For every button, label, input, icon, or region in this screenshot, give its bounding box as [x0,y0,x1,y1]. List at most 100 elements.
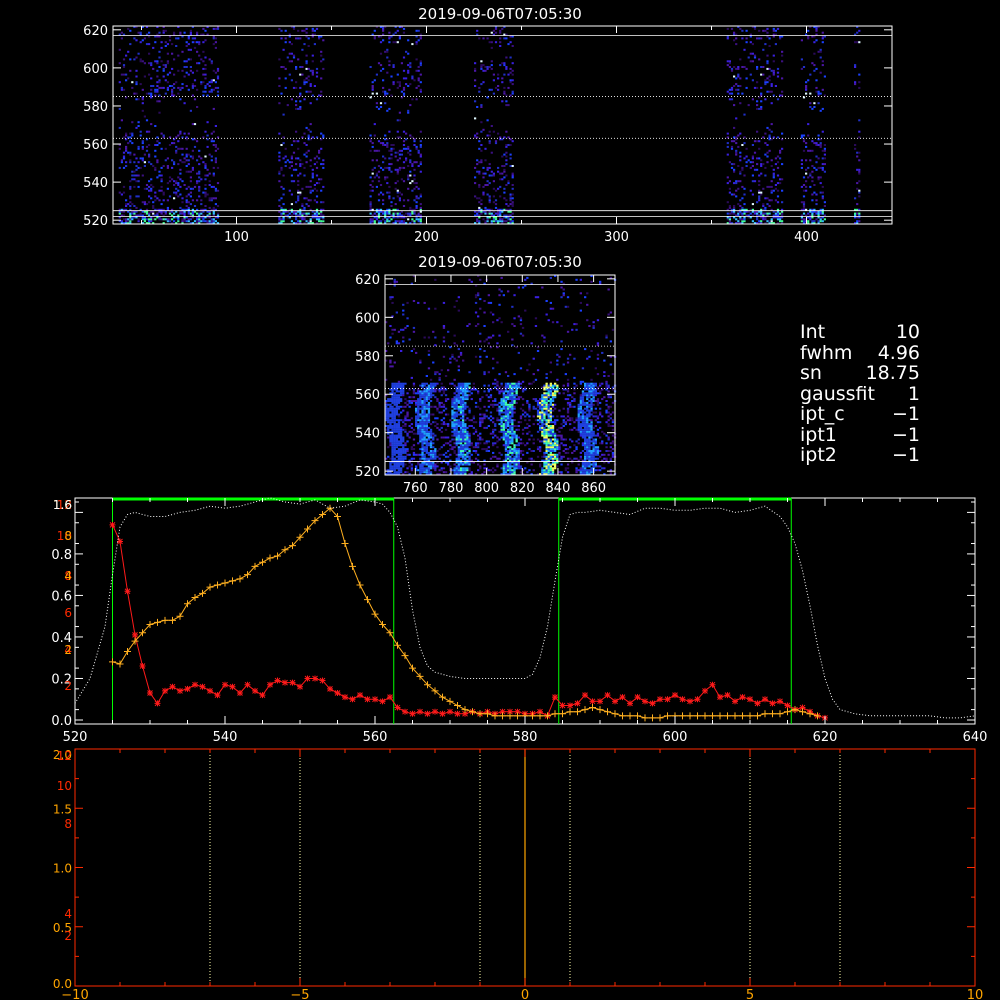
heatmap-cell [735,43,738,46]
heatmap-cell [813,142,816,145]
heatmap-cell [292,140,296,143]
heatmap-cell [297,199,300,202]
heatmap-cell [502,423,505,426]
heatmap-cell [447,455,450,458]
heatmap-cell [189,31,192,34]
heatmap-cell [402,161,406,164]
heatmap-cell [507,394,510,397]
heatmap-cell [459,417,463,420]
heatmap-cell [427,394,431,397]
heatmap-cell [532,423,535,426]
heatmap-cell [280,144,283,146]
heatmap-cell [856,187,859,190]
heatmap-cell [459,450,463,452]
heatmap-cell [397,400,401,402]
heatmap-cell [402,205,406,207]
heatmap-cell [131,212,134,215]
heatmap-cell [760,165,763,167]
heatmap-cell [409,64,412,67]
heatmap-cell [214,149,217,152]
heatmap-cell [545,403,548,406]
heatmap-cell [421,438,424,441]
heatmap-cell [501,218,504,221]
heatmap-cell [545,469,548,472]
heatmap-cell [776,67,780,70]
heatmap-cell [395,411,398,414]
heatmap-cell [423,430,426,433]
heatmap-cell [419,62,422,65]
heatmap-cell [301,218,304,221]
heatmap-cell [817,166,820,169]
heatmap-cell [479,417,482,420]
heatmap-cell [415,411,418,414]
heatmap-cell [474,85,477,87]
heatmap-cell [821,212,824,215]
heatmap-cell [425,421,428,424]
heatmap-cell [549,392,552,395]
heatmap-cell [483,471,486,474]
heatmap-cell [166,199,169,202]
heatmap-cell [480,67,483,70]
heatmap-cell [501,77,504,80]
y-tick-label: 560 [83,138,108,153]
heatmap-cell [539,426,542,429]
heatmap-cell [419,163,422,166]
heatmap-cell [164,41,167,44]
heatmap-cell [187,58,190,61]
heatmap-cell [391,401,394,404]
heatmap-cell [379,166,383,169]
heatmap-cell [177,195,180,198]
heatmap-cell [429,471,433,474]
heatmap-cell [393,382,396,385]
heatmap-cell [534,296,538,299]
heatmap-cell [191,187,194,190]
heatmap-cell [421,413,424,416]
heatmap-cell [320,132,323,135]
heatmap-cell [423,394,426,397]
heatmap-cell [489,311,493,314]
heatmap-cell [417,411,420,414]
heatmap-cell [440,430,443,433]
heatmap-cell [513,317,516,320]
heatmap-cell [464,471,467,474]
heatmap-cell [393,400,396,402]
heatmap-cell [726,60,729,63]
heatmap-cell [133,185,136,188]
heatmap-cell [492,382,495,385]
heatmap-cell [474,446,478,449]
heatmap-cell [177,54,180,57]
heatmap-cell [758,220,761,223]
heatmap-cell [393,419,396,422]
heatmap-cell [173,31,176,34]
heatmap-cell [371,180,374,183]
heatmap-cell [185,41,188,44]
heatmap-cell [455,442,458,445]
heatmap-cell [494,469,497,472]
heatmap-cell [534,378,538,381]
heatmap-cell [490,212,493,215]
heatmap-cell [743,157,746,160]
heatmap-cell [417,407,420,410]
heatmap-cell [141,109,144,112]
heatmap-cell [413,199,416,202]
heatmap-cell [504,436,508,439]
heatmap-cell [549,403,552,406]
heatmap-cell [432,384,435,387]
heatmap-cell [457,421,460,424]
heatmap-cell [494,434,497,437]
heatmap-cell [290,220,293,223]
heatmap-cell [423,301,426,304]
heatmap-cell [404,326,407,329]
heatmap-cell [730,98,734,101]
heatmap-cell [751,43,754,46]
heatmap-cell [379,184,383,186]
heatmap-cell [459,451,463,454]
heatmap-cell [137,31,140,34]
heatmap-cell [427,438,431,441]
heatmap-cell [519,457,523,460]
heatmap-cell [459,403,463,406]
heatmap-cell [549,444,552,447]
heatmap-cell [856,212,859,215]
heatmap-cell [214,86,217,89]
heatmap-cell [519,319,523,322]
